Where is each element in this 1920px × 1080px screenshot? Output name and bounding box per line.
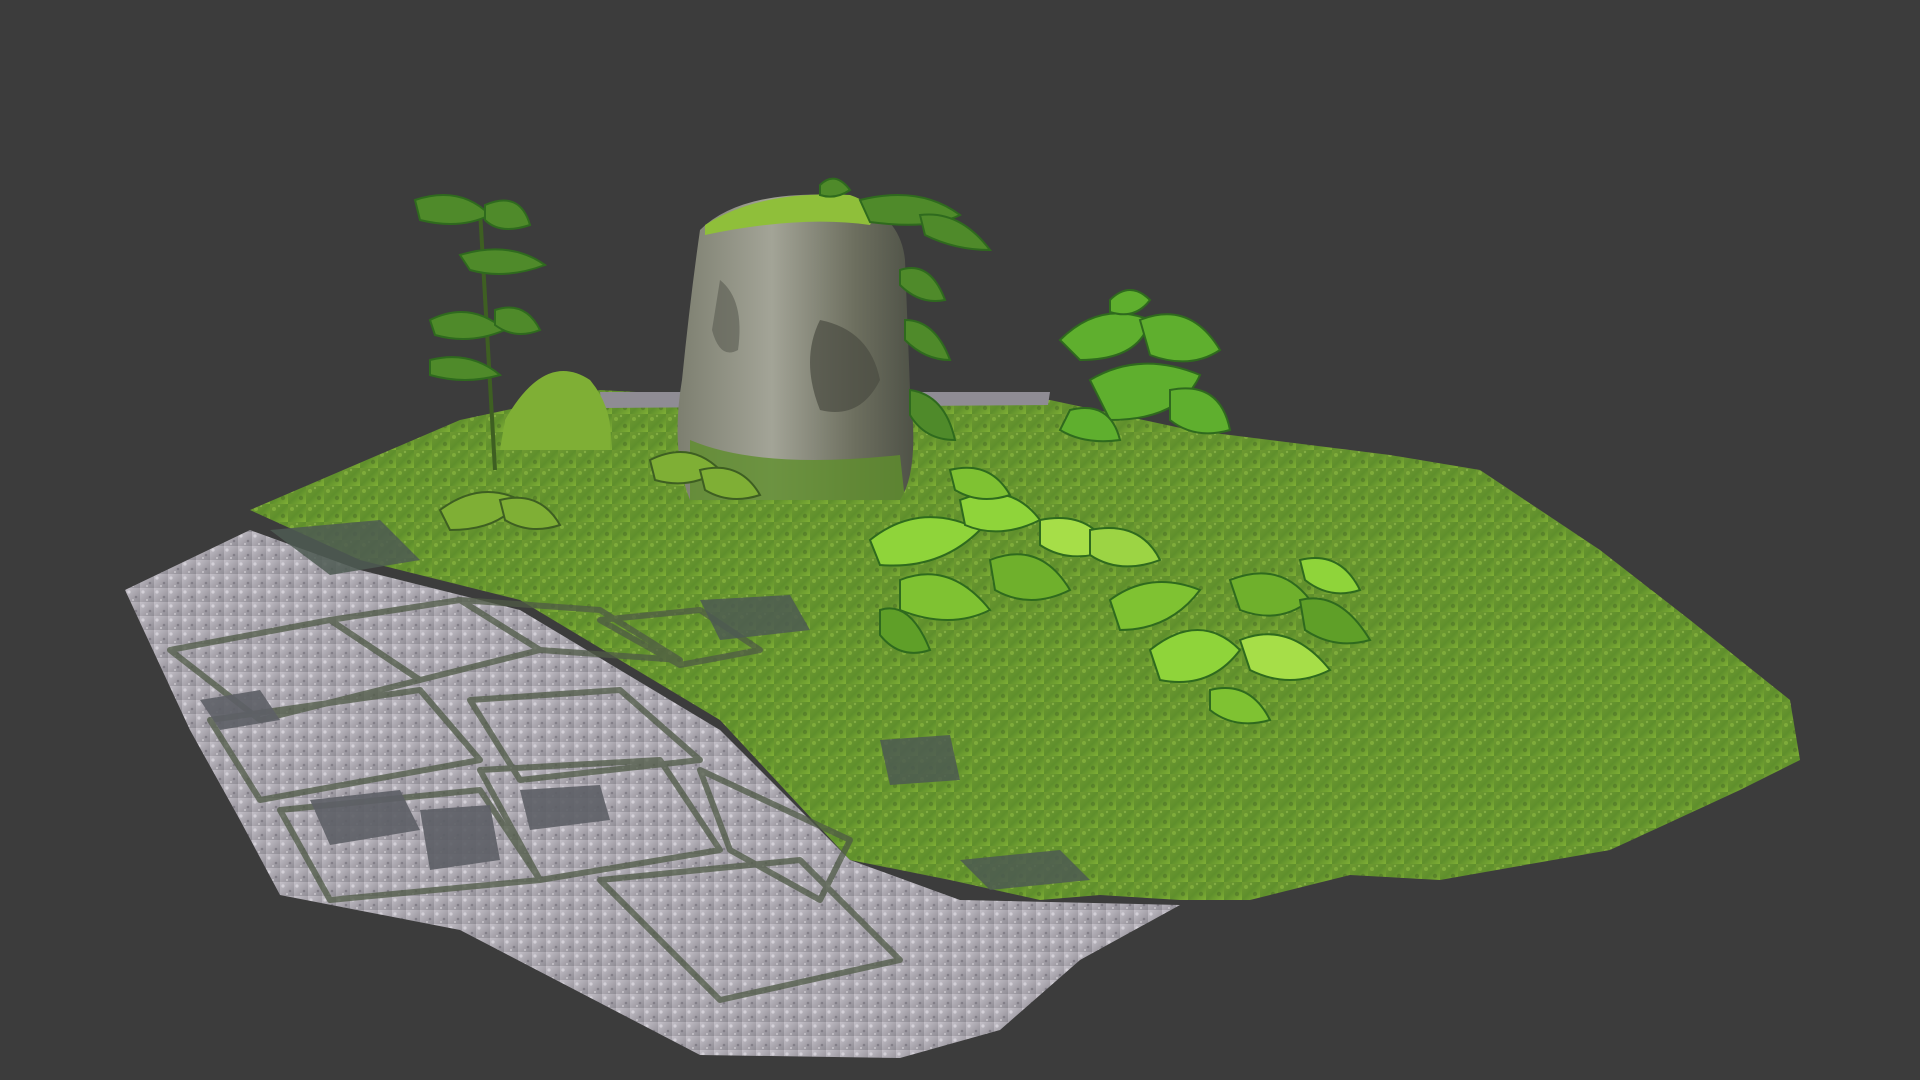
back-right-bush <box>1058 289 1232 443</box>
3d-model-viewport[interactable] <box>0 0 1920 1080</box>
moss-garden-3d-scan[interactable] <box>0 0 1920 1080</box>
moss-mound <box>500 371 611 450</box>
mossy-standing-rock <box>677 194 914 500</box>
